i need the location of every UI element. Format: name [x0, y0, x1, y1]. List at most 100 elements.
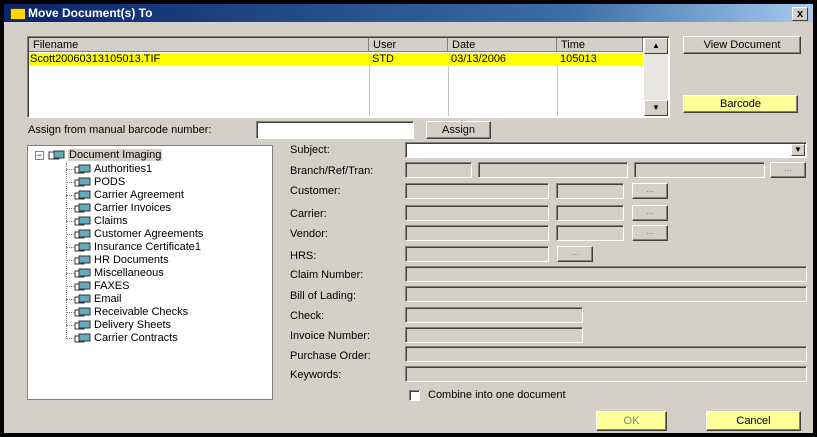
cancel-button[interactable]: Cancel: [706, 411, 801, 431]
ok-button[interactable]: OK: [596, 411, 667, 431]
barcode-number-input[interactable]: [256, 121, 414, 139]
tree-item[interactable]: Receivable Checks: [74, 306, 188, 319]
cell-user: STD: [372, 53, 394, 65]
bill-of-lading-label: Bill of Lading:: [290, 290, 357, 302]
branch-field: [405, 162, 472, 178]
claim-number-label: Claim Number:: [290, 269, 364, 281]
title-bar[interactable]: Move Document(s) To: [4, 4, 813, 22]
tree-guide: [66, 299, 74, 300]
folder-icon: [48, 150, 66, 161]
tree-guide: [66, 182, 74, 183]
document-stack-icon: [74, 203, 92, 214]
tree-item[interactable]: Authorities1: [74, 163, 152, 176]
invoice-number-field: [405, 327, 583, 343]
tree-guide: [66, 273, 74, 274]
tree-item[interactable]: Carrier Contracts: [74, 332, 178, 345]
tree-item-label: Authorities1: [94, 163, 153, 175]
tree-item[interactable]: Miscellaneous: [74, 267, 164, 280]
vertical-scrollbar[interactable]: ▲ ▼: [644, 38, 668, 116]
document-stack-icon: [74, 307, 92, 318]
tree-guide: [66, 221, 74, 222]
tree-item[interactable]: Delivery Sheets: [74, 319, 171, 332]
scroll-down-icon[interactable]: ▼: [644, 100, 668, 116]
customer-label: Customer:: [290, 185, 341, 197]
document-stack-icon: [74, 268, 92, 279]
tree-guide: [66, 260, 74, 261]
tree-item-label: Claims: [94, 215, 128, 227]
keywords-label: Keywords:: [290, 369, 342, 381]
tree-item-label: HR Documents: [94, 254, 169, 266]
vendor-field: [405, 225, 549, 241]
tree-guide: [66, 338, 74, 339]
tree-guide: [66, 325, 74, 326]
document-stack-icon: [74, 320, 92, 331]
check-field: [405, 307, 583, 323]
tree-guide: [66, 247, 74, 248]
window-title: Move Document(s) To: [28, 6, 153, 20]
document-stack-icon: [74, 177, 92, 188]
tree-item-label: Carrier Agreement: [94, 189, 184, 201]
cell-date: 03/13/2006: [451, 53, 507, 65]
bill-of-lading-field: [405, 286, 807, 302]
customer-code-field: [556, 183, 624, 199]
ref-field: [478, 162, 628, 178]
tree-item[interactable]: PODS: [74, 176, 125, 189]
tree-item-label: Email: [94, 293, 122, 305]
column-header-user[interactable]: User: [369, 38, 448, 52]
keywords-field: [405, 366, 807, 382]
tree-item[interactable]: Insurance Certificate1: [74, 241, 201, 254]
document-stack-icon: [74, 294, 92, 305]
assign-button[interactable]: Assign: [426, 121, 491, 139]
document-stack-icon: [74, 229, 92, 240]
carrier-ellipsis-button[interactable]: ...: [632, 205, 668, 221]
tree-item[interactable]: HR Documents: [74, 254, 169, 267]
tran-field: [634, 162, 765, 178]
tree-item-label: Carrier Invoices: [94, 202, 172, 214]
tree-guide: [66, 169, 74, 170]
collapse-icon[interactable]: −: [35, 151, 44, 160]
chevron-down-icon[interactable]: ▼: [791, 144, 805, 156]
carrier-field: [405, 205, 549, 221]
tree-root[interactable]: Document Imaging: [48, 149, 163, 162]
combine-checkbox[interactable]: [409, 390, 420, 401]
tree-item[interactable]: Customer Agreements: [74, 228, 203, 241]
document-list[interactable]: Filename User Date Time Scott20060313105…: [27, 36, 670, 118]
combine-label: Combine into one document: [428, 389, 566, 401]
document-stack-icon: [74, 242, 92, 253]
document-stack-icon: [74, 281, 92, 292]
check-label: Check:: [290, 310, 325, 322]
tree-guide: [66, 312, 74, 313]
barcode-button[interactable]: Barcode: [683, 95, 798, 113]
close-button[interactable]: x: [792, 7, 808, 21]
tree-guide: [66, 234, 74, 235]
document-stack-icon: [74, 255, 92, 266]
hrs-ellipsis-button[interactable]: ...: [557, 246, 593, 262]
view-document-button[interactable]: View Document: [683, 36, 801, 54]
cell-filename: Scott20060313105013.TIF: [30, 53, 161, 65]
branch-label: Branch/Ref/Tran:: [290, 165, 374, 177]
customer-ellipsis-button[interactable]: ...: [632, 183, 668, 199]
purchase-order-field: [405, 346, 807, 362]
tree-item[interactable]: FAXES: [74, 280, 129, 293]
tree-item[interactable]: Carrier Agreement: [74, 189, 184, 202]
branch-ellipsis-button[interactable]: ...: [770, 162, 806, 178]
column-header-date[interactable]: Date: [448, 38, 557, 52]
hrs-label: HRS:: [290, 250, 317, 262]
scroll-up-icon[interactable]: ▲: [644, 38, 668, 54]
tree-item-label: Insurance Certificate1: [94, 241, 201, 253]
tree-item[interactable]: Carrier Invoices: [74, 202, 171, 215]
document-category-tree[interactable]: − Document Imaging Authorities1 PODS Carri…: [27, 145, 273, 400]
customer-field: [405, 183, 549, 199]
vendor-ellipsis-button[interactable]: ...: [632, 225, 668, 241]
tree-guide: [66, 163, 67, 337]
claim-number-field: [405, 266, 807, 282]
tree-item[interactable]: Claims: [74, 215, 128, 228]
tree-item-label: Customer Agreements: [94, 228, 204, 240]
tree-item[interactable]: Email: [74, 293, 122, 306]
vendor-code-field: [556, 225, 624, 241]
column-header-time[interactable]: Time: [557, 38, 643, 52]
cell-time: 105013: [560, 53, 597, 65]
tree-item-label: Carrier Contracts: [94, 332, 178, 344]
subject-select[interactable]: ▼: [405, 142, 807, 158]
column-header-filename[interactable]: Filename: [29, 38, 369, 52]
